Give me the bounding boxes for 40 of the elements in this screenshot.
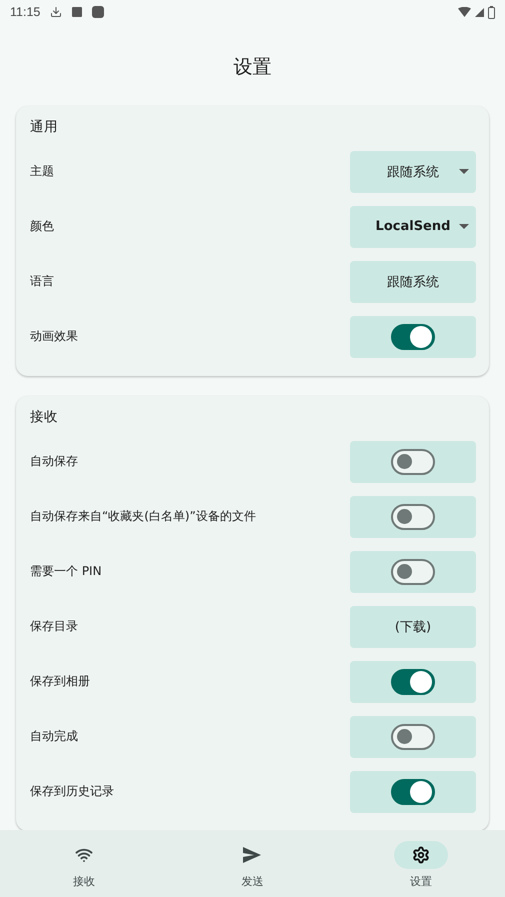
setting-label: 语言 bbox=[30, 273, 54, 290]
toggle-switch[interactable] bbox=[391, 448, 435, 474]
send-icon bbox=[243, 847, 262, 863]
settings-icon bbox=[412, 846, 430, 864]
setting-label: 需要一个 PIN bbox=[30, 563, 102, 580]
cell-signal-icon bbox=[475, 8, 484, 16]
setting-label: 自动完成 bbox=[30, 728, 78, 745]
app-icon bbox=[92, 6, 104, 18]
setting-label: 保存目录 bbox=[30, 618, 78, 635]
page-title: 设置 bbox=[232, 55, 272, 80]
nav-tab[interactable]: 发送 bbox=[168, 830, 337, 897]
wifi-signal-icon bbox=[458, 7, 471, 17]
wifi-icon bbox=[75, 846, 94, 864]
battery-icon bbox=[488, 6, 495, 18]
setting-label: 主题 bbox=[30, 163, 54, 180]
dropdown[interactable]: 跟随系统 bbox=[350, 150, 476, 192]
section-heading: 接收 bbox=[30, 408, 59, 426]
setting-label: 保存到历史记录 bbox=[30, 783, 114, 800]
nav-tab[interactable]: 设置 bbox=[336, 830, 505, 897]
setting-label: 自动保存 bbox=[30, 453, 78, 470]
caret-icon bbox=[459, 224, 469, 228]
nav-tab[interactable]: 接收 bbox=[0, 830, 168, 897]
value-button[interactable]: (下载) bbox=[350, 606, 476, 648]
toggle-switch[interactable] bbox=[391, 668, 435, 694]
toggle-switch[interactable] bbox=[391, 504, 435, 530]
value-button[interactable]: 跟随系统 bbox=[350, 260, 476, 302]
setting-label: 自动保存来自“收藏夹(白名单)”设备的文件 bbox=[30, 508, 256, 525]
status-time: 11:15 bbox=[10, 5, 40, 19]
toggle-switch[interactable] bbox=[391, 724, 435, 750]
setting-label: 动画效果 bbox=[30, 328, 78, 345]
section-heading: 通用 bbox=[30, 118, 59, 136]
notification-icon bbox=[72, 7, 82, 17]
dropdown[interactable]: LocalSend bbox=[350, 206, 476, 248]
setting-label: 颜色 bbox=[30, 218, 54, 235]
download-icon bbox=[50, 6, 62, 18]
toggle-switch[interactable] bbox=[391, 778, 435, 804]
setting-label: 保存到相册 bbox=[30, 673, 90, 690]
toggle-switch[interactable] bbox=[391, 324, 435, 350]
caret-icon bbox=[459, 168, 469, 174]
toggle-switch[interactable] bbox=[391, 558, 435, 584]
